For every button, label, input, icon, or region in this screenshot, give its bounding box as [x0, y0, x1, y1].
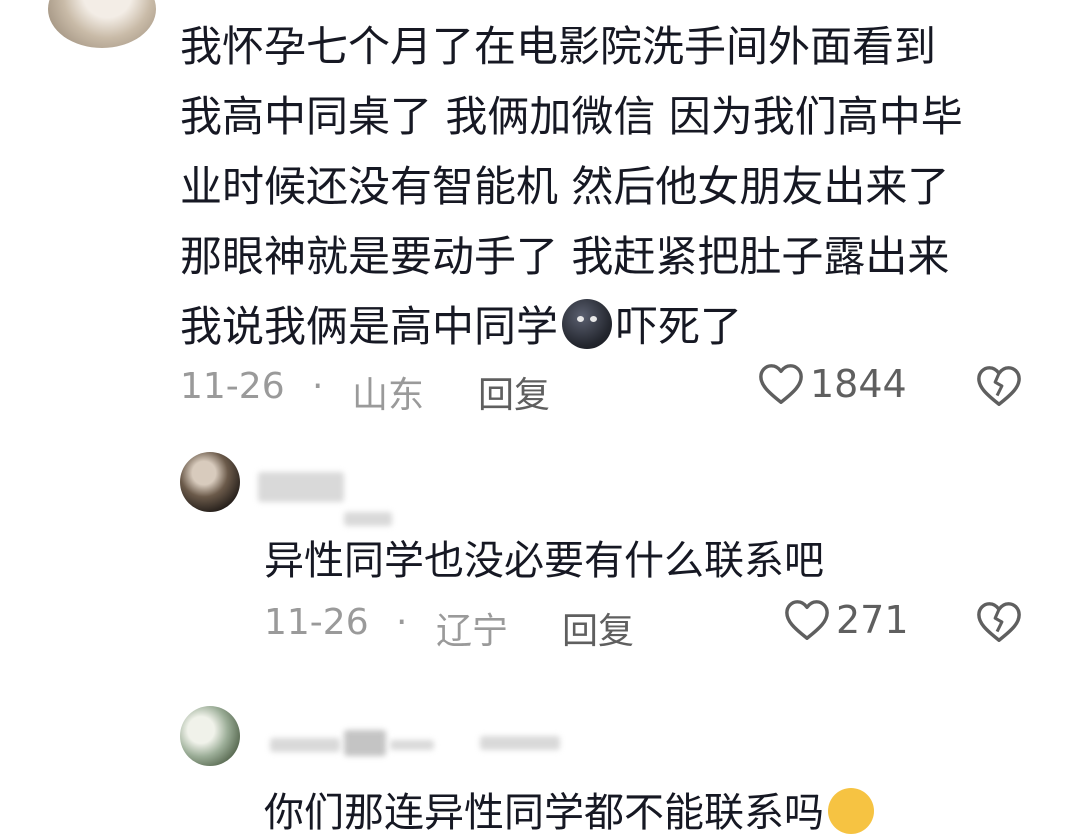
- heart-icon: [785, 600, 829, 640]
- reply-button[interactable]: 回复: [562, 602, 634, 654]
- username-redacted: [390, 740, 434, 750]
- tears-of-joy-emoji-icon: [828, 788, 874, 834]
- username-redacted: [344, 730, 386, 756]
- avatar[interactable]: [48, 0, 156, 48]
- comment-line: 我高中同桌了 我俩加微信 因为我们高中毕: [180, 92, 963, 141]
- like-count: 271: [836, 598, 909, 642]
- like-count: 1844: [810, 362, 907, 406]
- avatar[interactable]: [180, 706, 240, 766]
- like-button[interactable]: 1844: [758, 362, 907, 406]
- username-redacted: [258, 472, 344, 502]
- comment-location: 山东: [352, 375, 425, 416]
- reply-text: 异性同学也没必要有什么联系吧: [264, 538, 824, 584]
- username-redacted: [344, 512, 392, 526]
- meta-separator: ·: [396, 602, 408, 643]
- comment-date: 11-26: [180, 366, 285, 407]
- heart-icon: [759, 364, 803, 404]
- username-redacted: [270, 738, 340, 752]
- reply-text-row: 你们那连异性同学都不能联系吗: [264, 780, 874, 838]
- broken-heart-icon: [977, 366, 1021, 406]
- meta-separator: ·: [312, 366, 324, 407]
- comment-line: 我怀孕七个月了在电影院洗手间外面看到: [180, 22, 937, 71]
- broken-heart-icon: [977, 602, 1021, 642]
- comment-location: 辽宁: [436, 611, 509, 652]
- comment-line-text: 我说我俩是高中同学: [180, 302, 559, 351]
- comment-line-text-end: 吓死了: [616, 302, 743, 351]
- avatar[interactable]: [180, 452, 240, 512]
- dislike-button[interactable]: [976, 600, 1022, 644]
- comment-line: 我说我俩是高中同学 吓死了: [180, 292, 1030, 362]
- comment-line: 业时候还没有智能机 然后他女朋友出来了: [180, 162, 950, 211]
- comment-text: 我怀孕七个月了在电影院洗手间外面看到 我高中同桌了 我俩加微信 因为我们高中毕 …: [180, 12, 1030, 362]
- dislike-button[interactable]: [976, 364, 1022, 408]
- new-moon-face-emoji-icon: [562, 299, 613, 349]
- comment-line: 那眼神就是要动手了 我赶紧把肚子露出来: [180, 232, 950, 281]
- comment-date: 11-26: [264, 602, 369, 643]
- reply-text: 你们那连异性同学都不能联系吗: [264, 790, 824, 836]
- like-button[interactable]: 271: [784, 598, 909, 642]
- username-redacted: [480, 736, 560, 750]
- reply-button[interactable]: 回复: [478, 366, 550, 418]
